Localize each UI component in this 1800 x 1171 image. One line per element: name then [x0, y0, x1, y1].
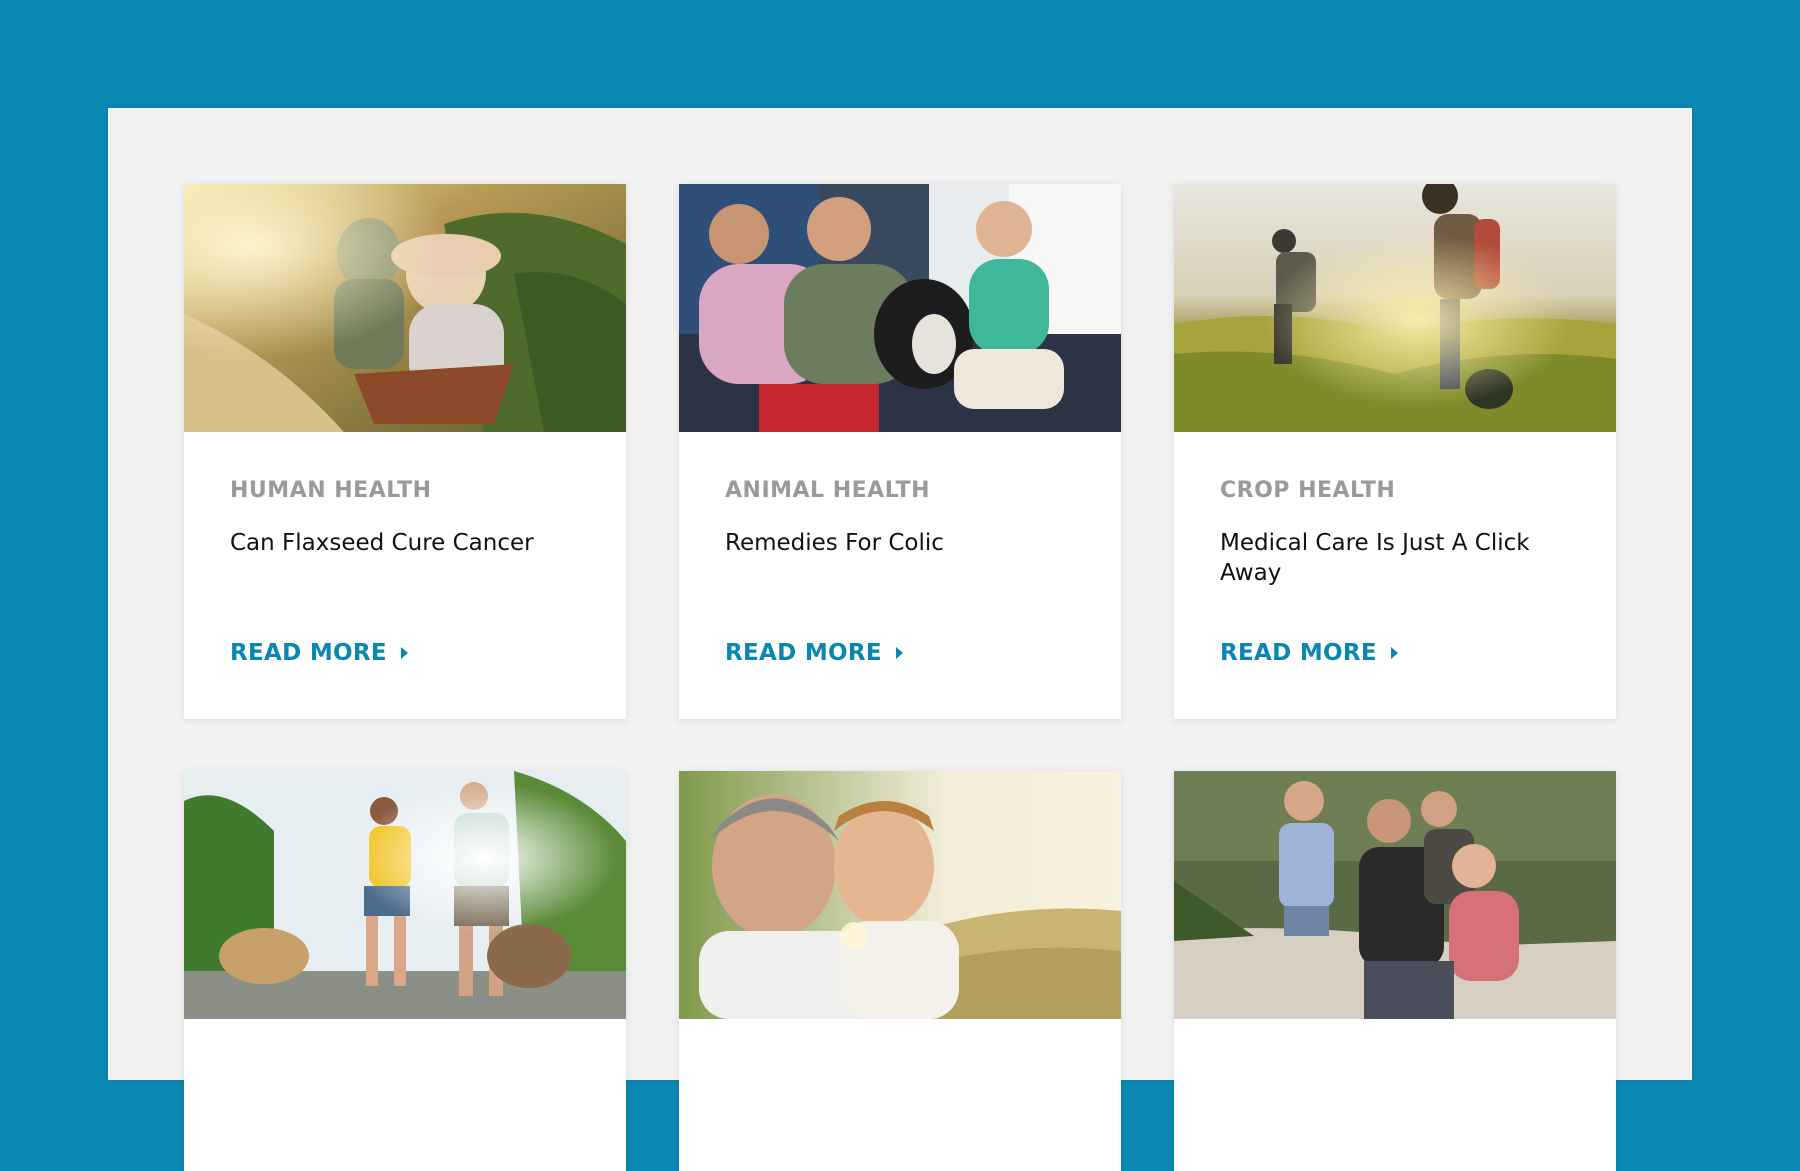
read-more-link[interactable]: READ MORE: [1220, 640, 1398, 666]
farmers-in-field-image[interactable]: [1174, 184, 1616, 432]
article-card-6[interactable]: [1174, 771, 1616, 1171]
caret-right-icon: [895, 647, 903, 659]
articles-panel: HUMAN HEALTH Can Flaxseed Cure Cancer RE…: [108, 108, 1692, 1171]
article-title[interactable]: Remedies For Colic: [725, 528, 1075, 558]
couple-walking-dogs-image[interactable]: [184, 771, 626, 1019]
category-label: CROP HEALTH: [1220, 478, 1396, 503]
article-title[interactable]: Can Flaxseed Cure Cancer: [230, 528, 580, 558]
caret-right-icon: [1390, 647, 1398, 659]
card-body: HUMAN HEALTH Can Flaxseed Cure Cancer RE…: [184, 432, 626, 719]
read-more-label: READ MORE: [1220, 640, 1377, 666]
card-body: ANIMAL HEALTH Remedies For Colic READ MO…: [679, 432, 1121, 719]
article-card-crop-health[interactable]: CROP HEALTH Medical Care Is Just A Click…: [1174, 184, 1616, 719]
caret-right-icon: [400, 647, 408, 659]
children-gardening-image[interactable]: [184, 184, 626, 432]
category-label: HUMAN HEALTH: [230, 478, 432, 503]
family-portrait-image[interactable]: [1174, 771, 1616, 1019]
article-card-animal-health[interactable]: ANIMAL HEALTH Remedies For Colic READ MO…: [679, 184, 1121, 719]
article-card-4[interactable]: [184, 771, 626, 1171]
read-more-label: READ MORE: [725, 640, 882, 666]
article-title[interactable]: Medical Care Is Just A Click Away: [1220, 528, 1570, 588]
read-more-label: READ MORE: [230, 640, 387, 666]
card-body: CROP HEALTH Medical Care Is Just A Click…: [1174, 432, 1616, 719]
read-more-link[interactable]: READ MORE: [725, 640, 903, 666]
grandfather-grandson-image[interactable]: [679, 771, 1121, 1019]
category-label: ANIMAL HEALTH: [725, 478, 930, 503]
article-card-5[interactable]: [679, 771, 1121, 1171]
article-card-human-health[interactable]: HUMAN HEALTH Can Flaxseed Cure Cancer RE…: [184, 184, 626, 719]
read-more-link[interactable]: READ MORE: [230, 640, 408, 666]
family-with-dog-image[interactable]: [679, 184, 1121, 432]
